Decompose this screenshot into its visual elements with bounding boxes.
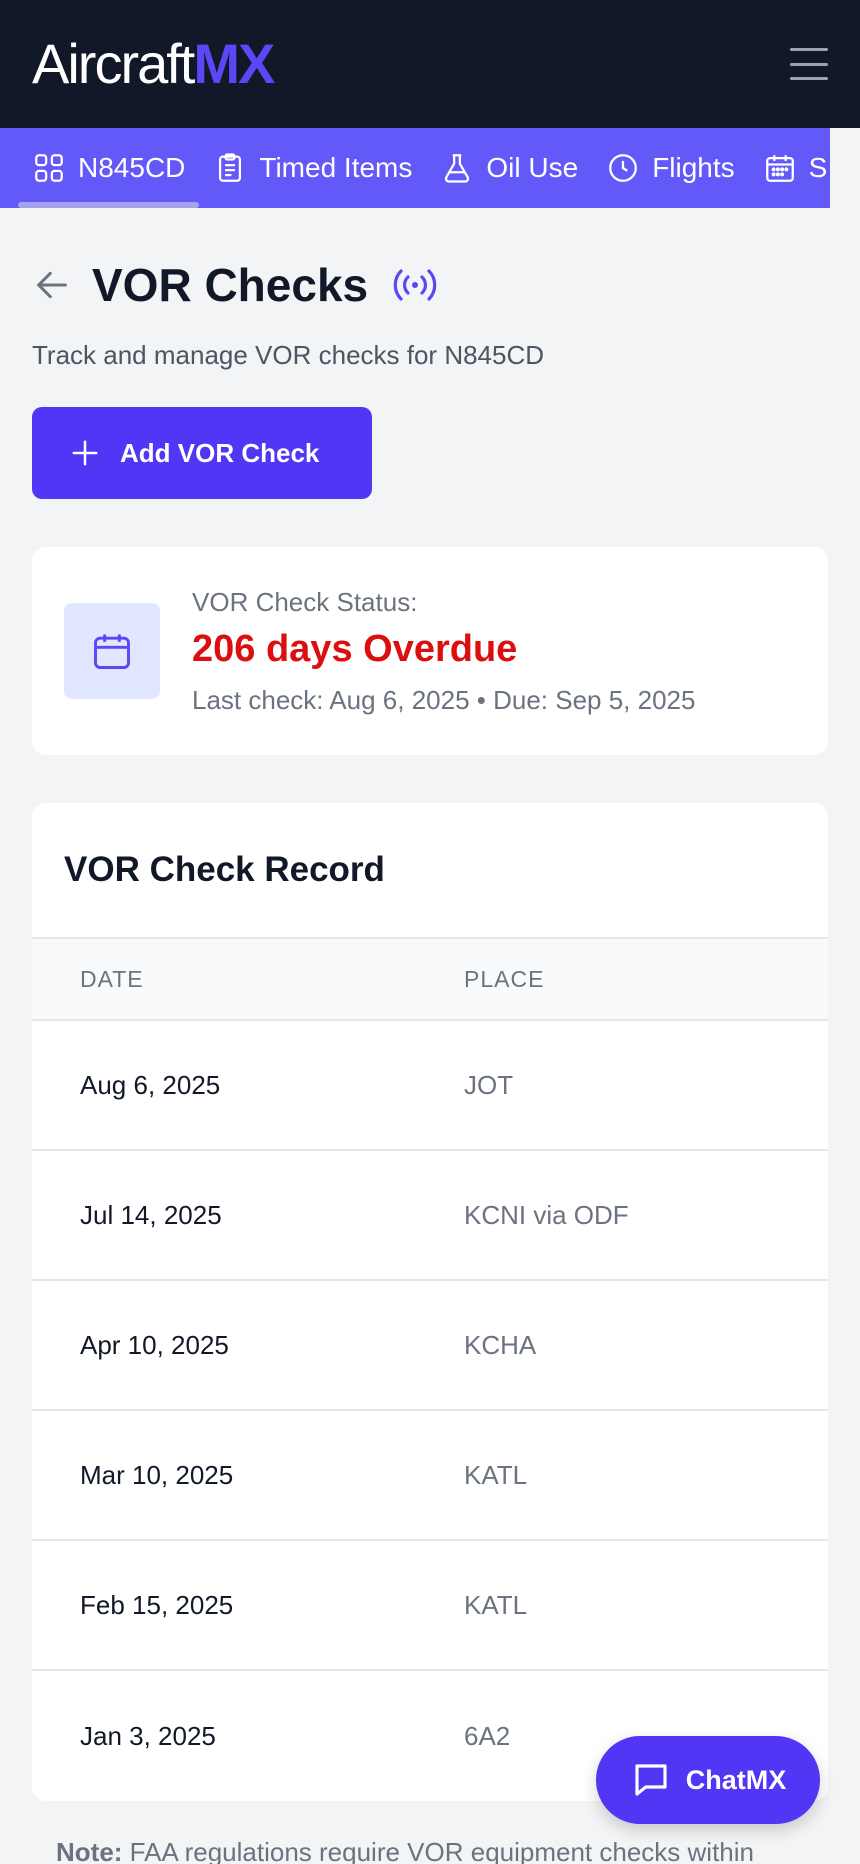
chatmx-button[interactable]: ChatMX — [596, 1736, 820, 1824]
calendar-icon — [94, 634, 130, 669]
row-date: Mar 10, 2025 — [80, 1459, 234, 1490]
note-label: Note: — [56, 1837, 123, 1864]
clipboard-icon — [219, 153, 242, 182]
plus-icon — [72, 440, 98, 466]
status-icon-box — [64, 603, 160, 699]
tab-label: S — [808, 152, 828, 183]
chat-bubble-icon — [635, 1764, 667, 1796]
logo-text-aircraft: Aircraft — [32, 32, 195, 95]
row-date: Jul 14, 2025 — [80, 1199, 222, 1230]
vor-check-record-card: VOR Check Record DATE PLACE Aug 6, 2025 … — [32, 803, 828, 1801]
column-header-date: DATE — [80, 965, 144, 992]
status-dates: Last check: Aug 6, 2025 • Due: Sep 5, 20… — [192, 684, 696, 715]
row-date: Jan 3, 2025 — [80, 1720, 216, 1751]
row-place: KCNI via ODF — [464, 1199, 629, 1230]
tab-aircraft[interactable]: N845CD — [17, 128, 200, 208]
main-content: VOR Checks Track and manage VOR checks f… — [0, 258, 860, 1864]
logo-text-mx: MX — [193, 32, 275, 95]
calendar-icon — [765, 155, 794, 182]
add-vor-check-button[interactable]: Add VOR Check — [32, 407, 372, 499]
tab-flights[interactable]: Flights — [606, 128, 735, 208]
row-place: KATL — [464, 1589, 528, 1620]
faa-note: Note: FAA regulations require VOR equipm… — [32, 1837, 828, 1864]
aircraftmx-logo[interactable]: Aircraft MX — [32, 32, 275, 95]
hamburger-menu-icon[interactable] — [790, 48, 828, 80]
chatmx-label: ChatMX — [685, 1764, 787, 1795]
table-row[interactable]: Feb 15, 2025 KATL — [32, 1541, 828, 1671]
tab-label: Oil Use — [486, 152, 579, 183]
status-label: VOR Check Status: — [192, 586, 418, 617]
record-title: VOR Check Record — [32, 803, 828, 939]
table-row[interactable]: Aug 6, 2025 JOT — [32, 1021, 828, 1151]
status-overdue-value: 206 days Overdue — [192, 627, 518, 670]
table-row[interactable]: Apr 10, 2025 KCHA — [32, 1281, 828, 1411]
row-place: KCHA — [464, 1329, 537, 1360]
row-place: KATL — [464, 1459, 528, 1490]
page-title: VOR Checks — [92, 259, 369, 311]
grid-icon — [35, 154, 63, 182]
tab-label: Flights — [652, 152, 735, 183]
radio-signal-icon — [393, 269, 437, 301]
column-header-place: PLACE — [464, 965, 545, 992]
row-place: JOT — [464, 1069, 514, 1100]
note-text: FAA regulations require VOR equipment ch… — [129, 1837, 754, 1864]
status-text-group: VOR Check Status: 206 days Overdue Last … — [192, 587, 695, 716]
row-date: Apr 10, 2025 — [80, 1329, 229, 1360]
tab-scroll-edge — [830, 128, 860, 208]
row-date: Aug 6, 2025 — [80, 1069, 221, 1100]
aircraft-tab-bar: N845CD Timed Items Oil Use Flights S — [0, 128, 860, 208]
clock-icon — [609, 154, 638, 182]
table-row[interactable]: Jul 14, 2025 KCNI via ODF — [32, 1151, 828, 1281]
table-row[interactable]: Mar 10, 2025 KATL — [32, 1411, 828, 1541]
back-arrow-icon[interactable] — [32, 265, 72, 305]
add-vor-check-label: Add VOR Check — [120, 437, 320, 468]
page-title-row: VOR Checks — [32, 258, 828, 312]
tab-label: N845CD — [78, 152, 186, 183]
vor-status-card: VOR Check Status: 206 days Overdue Last … — [32, 547, 828, 755]
flask-icon — [445, 154, 470, 183]
top-bar: Aircraft MX — [0, 0, 860, 128]
tab-schedule[interactable]: S — [763, 128, 828, 208]
tab-label: Timed Items — [259, 152, 413, 183]
table-header: DATE PLACE — [32, 939, 828, 1021]
tab-timed-items[interactable]: Timed Items — [213, 128, 412, 208]
row-date: Feb 15, 2025 — [80, 1589, 234, 1620]
tab-oil-use[interactable]: Oil Use — [440, 128, 578, 208]
page-subtitle: Track and manage VOR checks for N845CD — [32, 340, 545, 370]
